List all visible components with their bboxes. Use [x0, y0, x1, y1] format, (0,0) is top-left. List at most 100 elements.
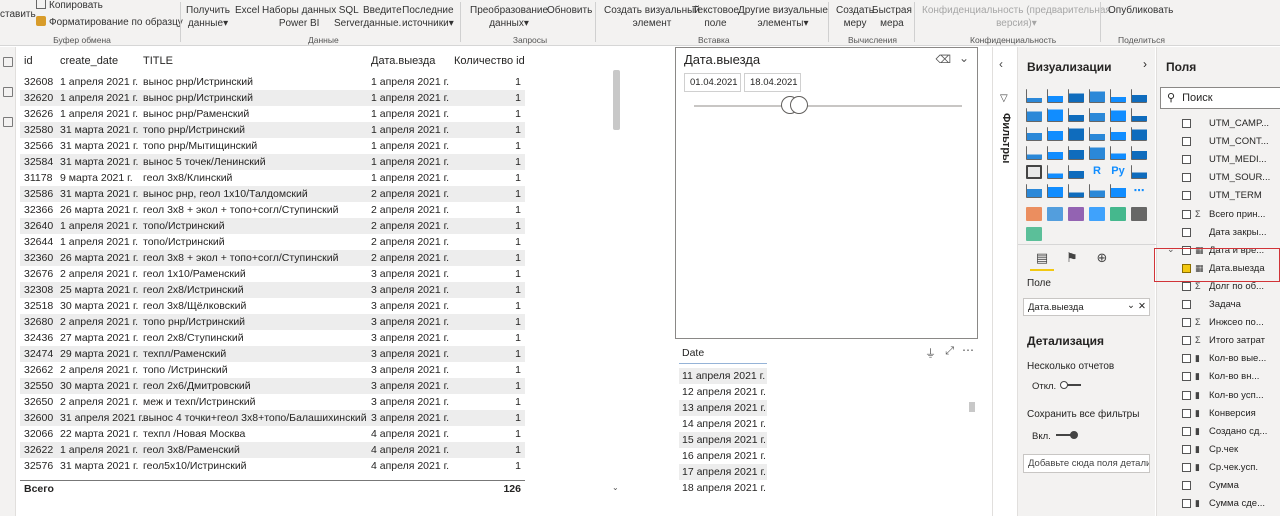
field-checkbox[interactable]	[1182, 173, 1191, 183]
format-paint-roller-icon[interactable]: ⚑	[1062, 250, 1082, 268]
table-row[interactable]: 32586 31 марта 2021 г. вынос рнр, геол 1х1…	[20, 186, 525, 202]
field-item[interactable]: Σ Всего прин...	[1157, 206, 1280, 224]
table-row[interactable]: 32360 26 марта 2021 г. геол 3х8 + экол + т…	[20, 250, 525, 266]
funnel-icon[interactable]	[1047, 127, 1063, 141]
filled-map-icon[interactable]	[1047, 146, 1063, 160]
fields-tab-icon[interactable]: ▤	[1032, 250, 1052, 268]
quick-measure-button[interactable]: Быстрая мера	[872, 4, 912, 30]
field-item[interactable]: ▮ Кол-во вн...	[1157, 368, 1280, 386]
table-row[interactable]: 32066 22 марта 2021 г. техпл /Новая Москва…	[20, 426, 525, 442]
pbi-datasets-button[interactable]: Наборы данных Power BI	[262, 4, 336, 30]
end-date-input[interactable]: 18.04.2021	[744, 73, 801, 92]
table-scrollbar-thumb[interactable]	[613, 70, 620, 130]
card-icon[interactable]	[1089, 146, 1105, 160]
field-item[interactable]: ▮ Ср.чек.усп.	[1157, 459, 1280, 477]
powerapps-icon[interactable]	[1068, 207, 1084, 221]
table-row[interactable]: 32644 1 апреля 2021 г. топо/Истринский 2 ап…	[20, 234, 525, 250]
scroll-down-icon[interactable]: ⌄	[612, 483, 619, 492]
expand-chevron-icon[interactable]: ‹	[999, 57, 1003, 71]
table-row[interactable]: 32650 2 апреля 2021 г. меж и техп/Истринск…	[20, 394, 525, 410]
table-row[interactable]: 32600 31 апреля 2021 г. вынос 4 точки+геол…	[20, 410, 525, 426]
recent-sources-button[interactable]: Последние источники▾	[402, 4, 454, 30]
table-row[interactable]: 32566 31 марта 2021 г. топо рнр/Мытищински…	[20, 138, 525, 154]
r-script-icon[interactable]: R	[1089, 165, 1105, 179]
analytics-magnifier-icon[interactable]: ⊕	[1092, 250, 1112, 268]
field-checkbox[interactable]	[1182, 499, 1191, 509]
field-checkbox[interactable]	[1182, 155, 1191, 165]
azure-map-icon[interactable]	[1047, 207, 1063, 221]
field-item[interactable]: UTM_CONT...	[1157, 133, 1280, 151]
clustered-column-icon[interactable]	[1089, 89, 1105, 103]
field-well-chevron-icon[interactable]: ⌄	[1127, 300, 1135, 311]
excel-button[interactable]: Excel	[235, 4, 259, 17]
field-item[interactable]: ▮ Кол-во вые...	[1157, 350, 1280, 368]
field-checkbox[interactable]	[1182, 300, 1191, 309]
field-checkbox[interactable]	[1182, 462, 1191, 472]
table-row[interactable]: 32366 26 марта 2021 г. геол 3х8 + экол + т…	[20, 202, 525, 218]
filters-pane-collapsed[interactable]: ‹ ▽ Фильтры	[992, 47, 1016, 516]
shape-icon[interactable]	[1110, 184, 1126, 198]
publish-button[interactable]: Опубликовать	[1108, 4, 1173, 17]
stacked-column-icon[interactable]	[1047, 89, 1063, 103]
copy-button[interactable]: Копировать	[36, 0, 103, 12]
stacked-area-icon[interactable]	[1068, 108, 1084, 122]
get-data-button[interactable]: Получить данные▾	[186, 4, 230, 30]
table-row[interactable]: 32308 25 марта 2021 г. геол 2х8/Истринский…	[20, 282, 525, 298]
python-icon[interactable]: Py	[1110, 165, 1126, 179]
waterfall-icon[interactable]	[1026, 127, 1042, 141]
field-item[interactable]: Σ Инжсео по...	[1157, 314, 1280, 332]
line-chart-icon[interactable]	[1026, 108, 1042, 122]
clustered-bar-icon[interactable]	[1068, 89, 1084, 103]
new-measure-button[interactable]: Создать меру	[836, 4, 874, 30]
model-view-icon[interactable]	[3, 117, 13, 127]
new-visual-button[interactable]: Создать визуальный элемент	[604, 4, 700, 30]
column-header-create-date[interactable]: create_date	[60, 55, 118, 67]
table-row[interactable]: 32584 31 марта 2021 г. вынос 5 точек/Ленин…	[20, 154, 525, 170]
table-row[interactable]: 32436 27 марта 2021 г. геол 2х8/Ступинский…	[20, 330, 525, 346]
decomposition-tree-icon[interactable]	[1026, 184, 1042, 198]
field-item[interactable]: UTM_SOUR...	[1157, 169, 1280, 187]
field-well[interactable]: Дата.выезда ⌄ ✕	[1023, 298, 1150, 316]
slider-track[interactable]	[694, 105, 962, 107]
field-checkbox[interactable]	[1182, 227, 1191, 237]
enter-data-button[interactable]: Введите данные.	[363, 4, 402, 30]
power-automate-icon[interactable]	[1089, 207, 1105, 221]
treemap-icon[interactable]	[1131, 127, 1147, 141]
kpi-icon[interactable]	[1131, 146, 1147, 160]
table-row[interactable]: 31178 9 марта 2021 г. геол 3х8/Клинский 1 а…	[20, 170, 525, 186]
transform-data-button[interactable]: Преобразование данных▾	[470, 4, 548, 30]
table-icon[interactable]	[1047, 165, 1063, 179]
table-row[interactable]: 32576 31 марта 2021 г. геол5х10/Истринский…	[20, 458, 525, 474]
format-painter-button[interactable]: Форматирование по образцу	[36, 16, 183, 29]
more-visuals-icon[interactable]: ⋯	[1131, 184, 1147, 198]
field-checkbox[interactable]	[1182, 372, 1191, 382]
data-view-icon[interactable]	[3, 87, 13, 97]
refresh-button[interactable]: Обновить	[547, 4, 592, 17]
field-checkbox[interactable]	[1182, 191, 1191, 201]
scatter-icon[interactable]	[1068, 127, 1084, 141]
line-column-icon[interactable]	[1089, 108, 1105, 122]
field-checkbox[interactable]	[1182, 137, 1191, 147]
date-list-item[interactable]: 16 апреля 2021 г.	[679, 448, 767, 464]
field-checkbox[interactable]	[1182, 408, 1191, 418]
date-list-item[interactable]: 18 апреля 2021 г.	[679, 480, 767, 496]
sensitivity-button[interactable]: Конфиденциальность (предварительная верси…	[922, 4, 1111, 30]
field-item[interactable]: Σ Итого затрат	[1157, 332, 1280, 350]
date-list-item[interactable]: 14 апреля 2021 г.	[679, 416, 767, 432]
slicer-icon[interactable]	[1026, 165, 1042, 179]
smart-narrative-icon[interactable]	[1068, 184, 1084, 198]
focus-mode-icon[interactable]: ⤢	[945, 345, 954, 358]
field-checkbox[interactable]	[1182, 481, 1191, 490]
table-row[interactable]: 32608 1 апреля 2021 г. вынос рнр/Истрински…	[20, 74, 525, 90]
paste-button[interactable]: ставить	[0, 8, 36, 21]
field-checkbox[interactable]	[1182, 426, 1191, 436]
fields-search-input[interactable]: ⚲ Поиск	[1160, 87, 1280, 109]
field-checkbox[interactable]	[1182, 336, 1191, 346]
key-influencers-icon[interactable]	[1131, 165, 1147, 179]
qa-icon[interactable]	[1047, 184, 1063, 198]
table-row[interactable]: 32626 1 апреля 2021 г. вынос рнр/Раменский…	[20, 106, 525, 122]
ribbon-chart-icon[interactable]	[1131, 108, 1147, 122]
table-row[interactable]: 32662 2 апреля 2021 г. топо /Истринский 3 а…	[20, 362, 525, 378]
field-item[interactable]: ▮ Ср.чек	[1157, 441, 1280, 459]
cross-report-toggle[interactable]: Откл.	[1032, 381, 1082, 392]
